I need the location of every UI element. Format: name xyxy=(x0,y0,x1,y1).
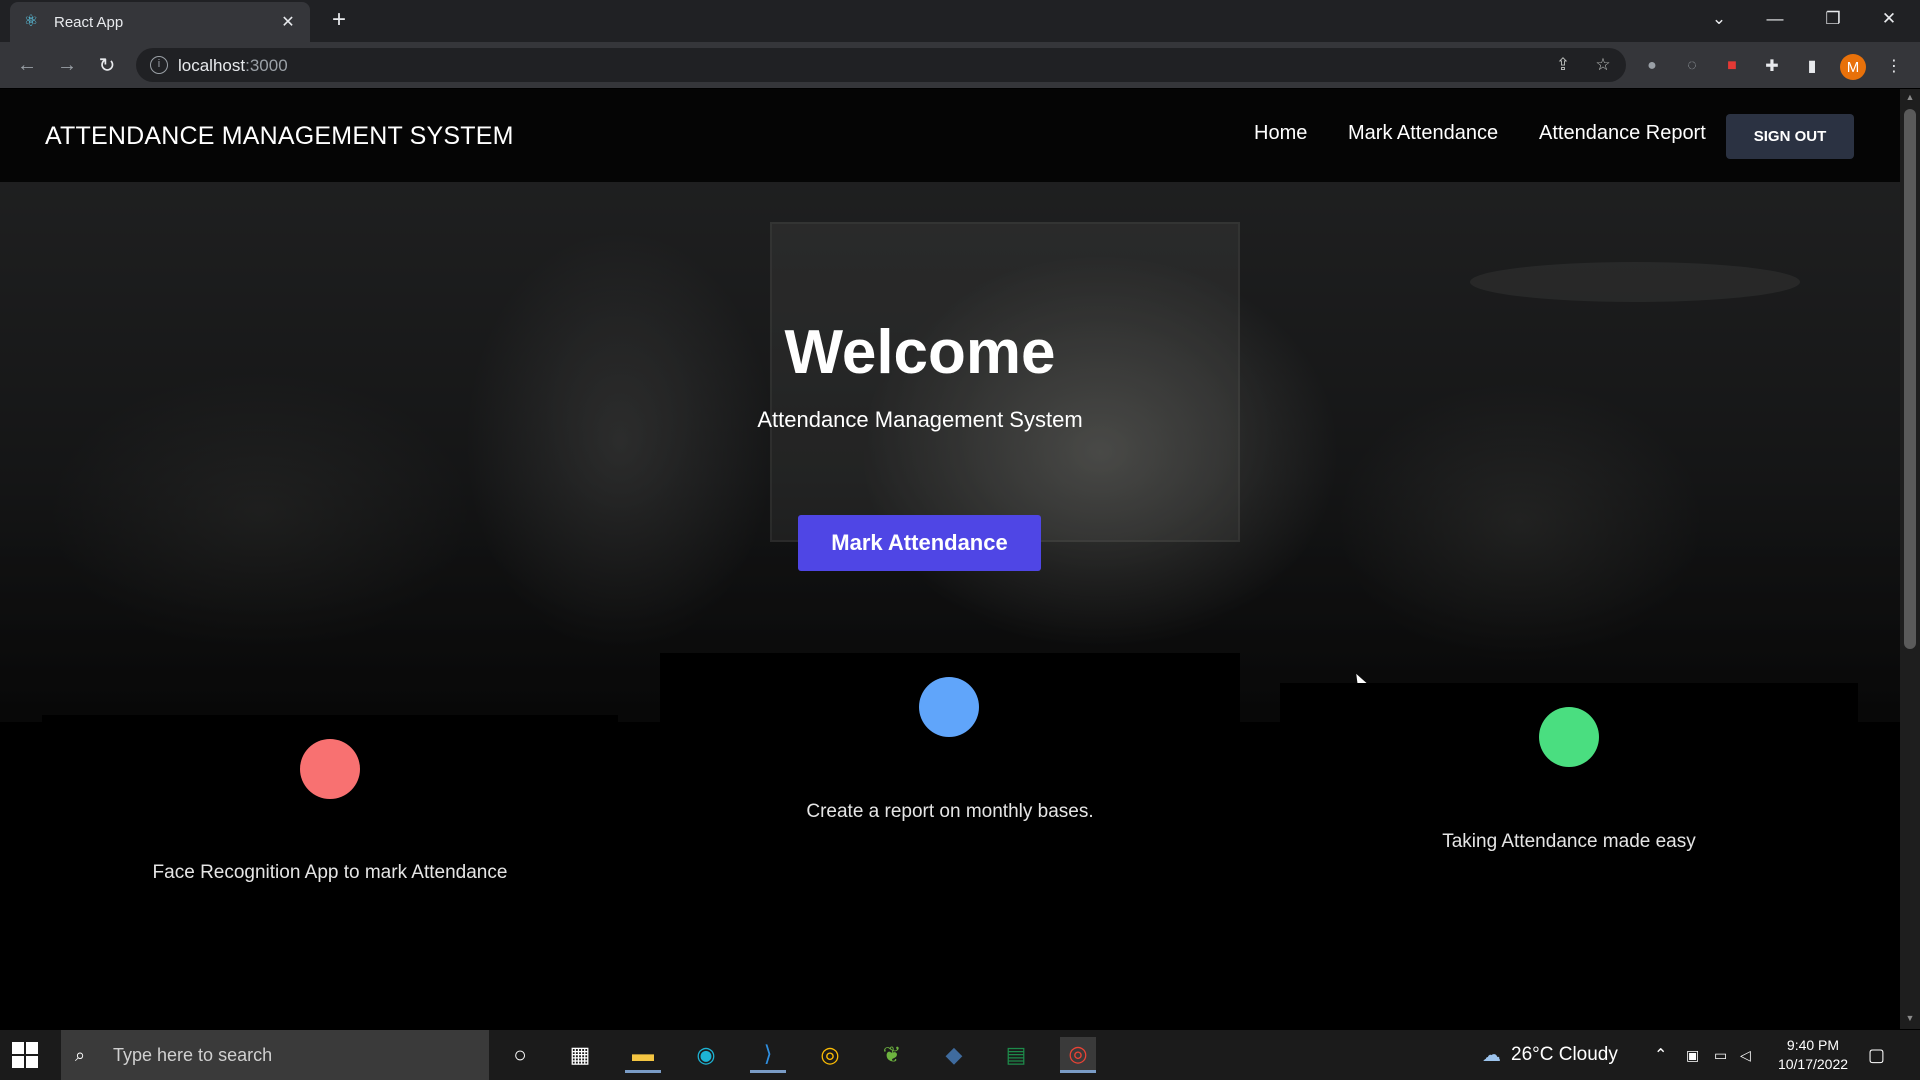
file-explorer-icon[interactable]: ▬ xyxy=(625,1037,661,1073)
extension-icon[interactable]: ● xyxy=(1640,54,1664,78)
feature-text: Taking Attendance made easy xyxy=(1442,831,1696,852)
feature-card-face-recognition: Face Recognition App to mark Attendance xyxy=(42,715,618,1015)
hero-overlay xyxy=(0,182,1900,722)
edge-browser-icon[interactable]: ◉ xyxy=(688,1037,724,1073)
windows-start-icon[interactable] xyxy=(12,1042,38,1068)
feature-dot-red xyxy=(300,739,360,799)
new-tab-button[interactable]: + xyxy=(326,8,352,34)
chrome-icon[interactable]: ◎ xyxy=(812,1037,848,1073)
forward-icon[interactable]: → xyxy=(52,50,82,80)
cortana-icon[interactable]: ○ xyxy=(502,1037,538,1073)
mysql-workbench-icon[interactable]: ◆ xyxy=(936,1037,972,1073)
feature-text: Create a report on monthly bases. xyxy=(806,801,1094,822)
scroll-down-arrow-icon[interactable]: ▼ xyxy=(1904,1013,1916,1025)
extensions-puzzle-icon[interactable]: ✚ xyxy=(1760,54,1784,78)
excel-icon[interactable]: ▤ xyxy=(998,1037,1034,1073)
weather-widget[interactable]: ☁ 26°C Cloudy xyxy=(1482,1030,1618,1080)
weather-text: 26°C Cloudy xyxy=(1511,1044,1618,1065)
clock-time: 9:40 PM xyxy=(1786,1037,1840,1053)
nav-link-attendance-report[interactable]: Attendance Report xyxy=(1539,122,1706,145)
windows-taskbar: ⌕ Type here to search ○ ▦ ▬ ◉ ⟩ ◎ ❦ ◆ ▤ … xyxy=(0,1030,1920,1080)
page-scrollbar[interactable]: ▲ ▼ xyxy=(1900,89,1920,1029)
profile-avatar[interactable]: M xyxy=(1840,54,1866,80)
menu-kebab-icon[interactable]: ⋮ xyxy=(1882,54,1906,78)
cloud-icon: ☁ xyxy=(1482,1044,1501,1066)
scroll-up-arrow-icon[interactable]: ▲ xyxy=(1904,92,1916,104)
restore-button[interactable]: ❐ xyxy=(1810,0,1856,38)
spring-tool-icon[interactable]: ❦ xyxy=(874,1037,910,1073)
clock-date: 10/17/2022 xyxy=(1777,1056,1849,1072)
show-hidden-icons-icon[interactable]: ⌃ xyxy=(1654,1030,1667,1080)
close-window-button[interactable]: ✕ xyxy=(1866,0,1912,38)
browser-toolbar: ← → ↻ i localhost:3000 ⇪ ☆ ● ◌ ■ ✚ ▮ M ⋮ xyxy=(0,42,1920,88)
feature-text: Face Recognition App to mark Attendance xyxy=(152,862,508,883)
close-tab-icon[interactable]: ✕ xyxy=(278,12,298,32)
url-text: localhost:3000 xyxy=(178,56,288,75)
taskbar-clock[interactable]: 9:40 PM 10/17/2022 xyxy=(1768,1036,1858,1074)
web-page: ATTENDANCE MANAGEMENT SYSTEM Home Mark A… xyxy=(0,89,1900,1029)
hero-title: Welcome xyxy=(784,318,1056,387)
site-navbar: ATTENDANCE MANAGEMENT SYSTEM Home Mark A… xyxy=(0,89,1900,182)
tab-title: React App xyxy=(54,13,124,31)
address-bar[interactable]: i localhost:3000 ⇪ ☆ xyxy=(136,48,1626,82)
feature-dot-blue xyxy=(919,677,979,737)
search-icon: ⌕ xyxy=(75,1044,86,1065)
bookmark-star-icon[interactable]: ☆ xyxy=(1592,54,1614,76)
browser-tabstrip: ⚛ React App ✕ + ⌄ — ❐ ✕ xyxy=(0,0,1920,42)
feature-card-report: Create a report on monthly bases. xyxy=(660,653,1240,953)
share-icon[interactable]: ⇪ xyxy=(1552,54,1574,76)
react-icon: ⚛ xyxy=(23,13,39,30)
scrollbar-thumb[interactable] xyxy=(1904,109,1916,649)
nav-link-home[interactable]: Home xyxy=(1254,122,1307,145)
chrome-profile-icon[interactable]: ◎ xyxy=(1060,1037,1096,1073)
side-panel-icon[interactable]: ▮ xyxy=(1800,54,1824,78)
task-view-icon[interactable]: ▦ xyxy=(562,1037,598,1073)
vscode-icon[interactable]: ⟩ xyxy=(750,1037,786,1073)
minimize-button[interactable]: — xyxy=(1752,0,1798,38)
browser-tab[interactable]: ⚛ React App ✕ xyxy=(10,2,310,42)
hero-subtitle: Attendance Management System xyxy=(757,407,1083,432)
sign-out-button[interactable]: SIGN OUT xyxy=(1726,114,1854,159)
hero-section: Welcome Attendance Management System Mar… xyxy=(0,182,1900,722)
site-info-icon[interactable]: i xyxy=(150,56,168,74)
back-icon[interactable]: ← xyxy=(12,50,42,80)
network-icon[interactable]: ▣ xyxy=(1686,1030,1699,1080)
extension-red-icon[interactable]: ■ xyxy=(1720,54,1744,78)
reload-icon[interactable]: ↻ xyxy=(92,50,122,80)
nav-link-mark-attendance[interactable]: Mark Attendance xyxy=(1348,122,1498,145)
feature-dot-green xyxy=(1539,707,1599,767)
feature-card-easy: Taking Attendance made easy xyxy=(1280,683,1858,983)
site-brand[interactable]: ATTENDANCE MANAGEMENT SYSTEM xyxy=(45,122,514,151)
volume-icon[interactable]: ◁ xyxy=(1740,1030,1751,1080)
taskbar-search-box[interactable]: ⌕ Type here to search xyxy=(61,1030,489,1080)
search-placeholder: Type here to search xyxy=(113,1044,273,1065)
notifications-icon[interactable]: ▢ xyxy=(1868,1030,1885,1080)
extension-cast-icon[interactable]: ◌ xyxy=(1680,54,1704,78)
mark-attendance-button[interactable]: Mark Attendance xyxy=(798,515,1041,571)
screen: ⚛ React App ✕ + ⌄ — ❐ ✕ ← → ↻ i localhos… xyxy=(0,0,1920,1080)
battery-icon[interactable]: ▭ xyxy=(1714,1030,1727,1080)
tab-search-icon[interactable]: ⌄ xyxy=(1696,0,1742,38)
